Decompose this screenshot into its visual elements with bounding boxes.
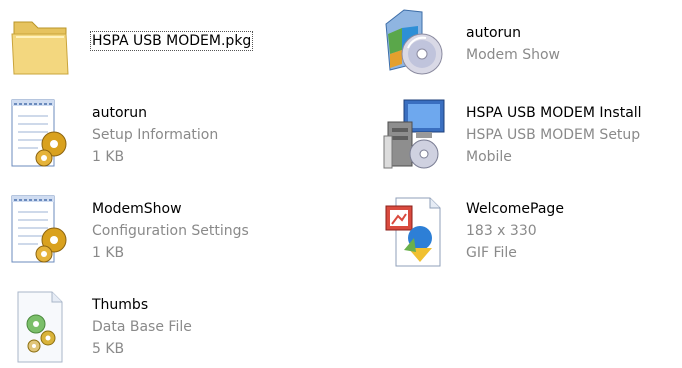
file-item-hspa-pkg-folder[interactable]: HSPA USB MODEM.pkg — [8, 4, 328, 84]
file-type: Setup Information — [92, 127, 219, 143]
file-type: GIF File — [466, 245, 517, 261]
file-size: 1 KB — [92, 149, 125, 165]
file-item-welcomepage-gif[interactable]: WelcomePage 183 x 330 GIF File — [382, 192, 682, 272]
config-settings-file-icon — [8, 192, 72, 272]
file-item-thumbs-db[interactable]: Thumbs Data Base File 5 KB — [8, 288, 328, 368]
file-name: autorun — [466, 25, 522, 41]
file-size: 1 KB — [92, 245, 125, 261]
file-description: HSPA USB MODEM Setup — [466, 127, 641, 143]
file-item-autorun-modemshow[interactable]: autorun Modem Show — [382, 4, 682, 84]
file-name: autorun — [92, 105, 148, 121]
file-item-modemshow-ini[interactable]: ModemShow Configuration Settings 1 KB — [8, 192, 328, 272]
image-dimensions: 183 x 330 — [466, 223, 537, 239]
file-name: HSPA USB MODEM Install — [466, 105, 642, 121]
file-type: Modem Show — [466, 47, 561, 63]
file-size: 5 KB — [92, 341, 125, 357]
file-company: Mobile — [466, 149, 512, 165]
file-item-hspa-install[interactable]: HSPA USB MODEM Install HSPA USB MODEM Se… — [382, 96, 682, 176]
folder-icon — [8, 4, 72, 84]
file-item-autorun-inf[interactable]: autorun Setup Information 1 KB — [8, 96, 328, 176]
file-name: HSPA USB MODEM.pkg — [89, 31, 254, 51]
gif-image-file-icon — [382, 192, 446, 272]
file-type: Data Base File — [92, 319, 192, 335]
file-type: Configuration Settings — [92, 223, 249, 239]
cd-installer-icon — [382, 4, 446, 84]
file-name: ModemShow — [92, 201, 182, 217]
file-name: WelcomePage — [466, 201, 564, 217]
file-name: Thumbs — [92, 297, 149, 313]
setup-info-file-icon — [8, 96, 72, 176]
computer-installer-icon — [382, 96, 446, 176]
database-file-icon — [8, 288, 72, 368]
